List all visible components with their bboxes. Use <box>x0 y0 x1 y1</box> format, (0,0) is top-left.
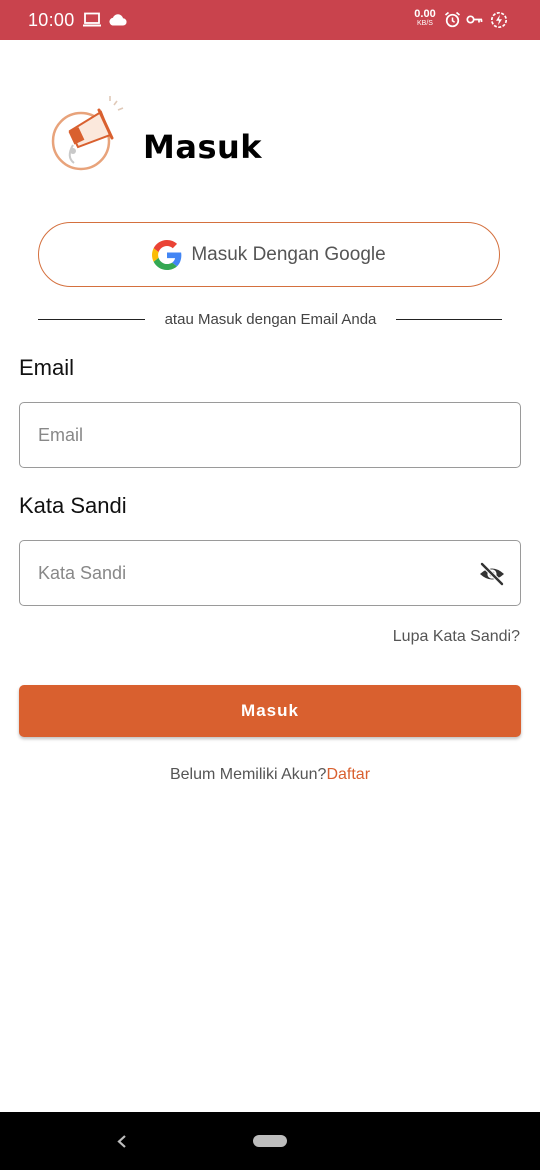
key-icon <box>466 15 483 24</box>
email-field-container <box>19 402 521 468</box>
divider-line-right <box>396 319 502 320</box>
or-divider: atau Masuk dengan Email Anda <box>38 308 502 332</box>
email-label: Email <box>19 355 75 380</box>
register-prompt: Belum Memiliki Akun?Daftar <box>0 766 540 784</box>
google-icon <box>152 239 182 270</box>
password-label: Kata Sandi <box>19 493 127 518</box>
page-title: Masuk <box>143 128 263 166</box>
status-bar: 10:00 0.00 KB/S <box>0 0 540 40</box>
forgot-password-link[interactable]: Lupa Kata Sandi? <box>393 628 520 646</box>
password-field[interactable] <box>20 541 520 605</box>
eye-off-icon[interactable] <box>478 561 506 587</box>
megaphone-logo-icon <box>51 96 124 171</box>
alarm-icon <box>444 11 461 28</box>
email-field[interactable] <box>20 403 520 467</box>
system-nav-bar <box>0 1112 540 1170</box>
password-field-container <box>19 540 521 606</box>
status-time: 10:00 <box>28 10 75 30</box>
google-signin-label: Masuk Dengan Google <box>191 243 386 265</box>
divider-text: atau Masuk dengan Email Anda <box>164 311 377 328</box>
net-speed: 0.00 KB/S <box>410 9 440 28</box>
divider-line-left <box>38 319 145 320</box>
net-speed-value: 0.00 <box>414 8 436 20</box>
cloud-icon <box>109 14 127 26</box>
home-pill-icon[interactable] <box>253 1135 287 1147</box>
register-prompt-text: Belum Memiliki Akun? <box>169 766 327 783</box>
laptop-icon <box>83 12 101 27</box>
register-link[interactable]: Daftar <box>326 766 370 783</box>
back-icon[interactable] <box>112 1128 132 1154</box>
net-speed-unit: KB/S <box>417 20 433 27</box>
battery-charging-icon <box>490 11 508 29</box>
google-signin-button[interactable]: Masuk Dengan Google <box>38 222 500 287</box>
login-button[interactable]: Masuk <box>19 685 521 737</box>
